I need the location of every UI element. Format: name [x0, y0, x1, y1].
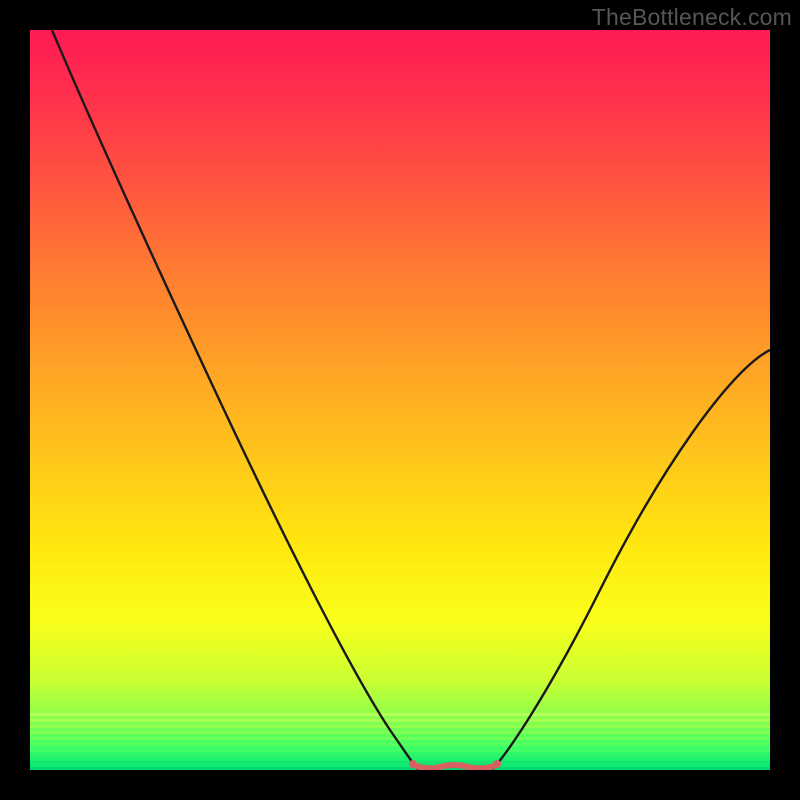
right-branch	[492, 350, 770, 770]
left-branch	[52, 30, 418, 770]
plot-area	[30, 30, 770, 770]
chart-frame: TheBottleneck.com	[0, 0, 800, 800]
curve-layer	[30, 30, 770, 770]
flat-bottom-segment	[409, 760, 501, 768]
watermark-text: TheBottleneck.com	[592, 4, 792, 31]
